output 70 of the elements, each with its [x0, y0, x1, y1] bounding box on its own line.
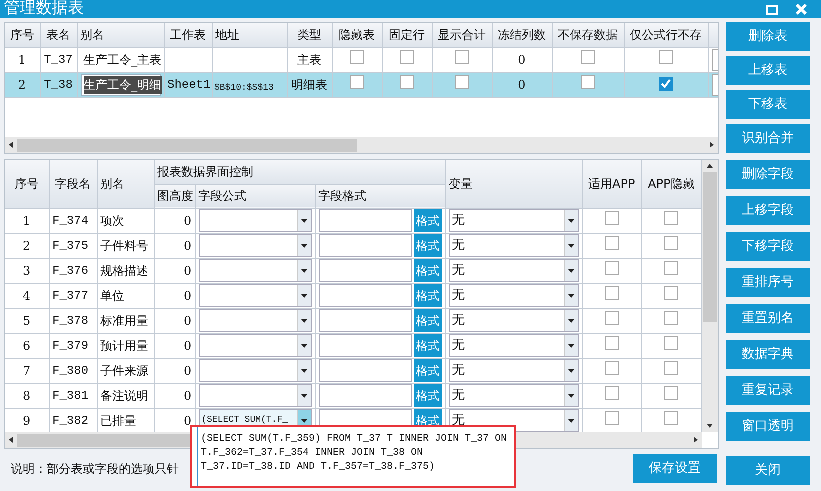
table-cell: 预计用量 — [97, 333, 154, 358]
table-cell: 0 — [154, 358, 196, 383]
table-cell: 规格描述 — [97, 258, 154, 283]
column-header: 仅公式行不存 — [624, 23, 708, 47]
table-cell: 2 — [5, 72, 40, 97]
table-cell: 标准用量 — [97, 308, 154, 333]
formula-text-line: (SELECT SUM(T.F_359) FROM T_37 T INNER JOIN T_37 ON — [201, 433, 508, 447]
column-header: 隐藏表 — [332, 23, 382, 47]
column-header: 工作表 — [164, 23, 212, 47]
table-cell: 1 — [5, 47, 40, 72]
column-header: 字段公式 — [195, 184, 316, 208]
group-header: 报表数据界面控制 — [158, 164, 254, 179]
table-cell: 0 — [154, 208, 196, 233]
table-cell: 项次 — [97, 208, 154, 233]
column-header: 别名 — [97, 160, 154, 208]
table-cell: 2 — [5, 233, 50, 258]
formula-text-line: T_37.ID=T_38.ID AND T.F_357=T_38.F_375) — [201, 461, 436, 475]
table-cell: 1 — [5, 208, 50, 233]
column-header: 适用APP — [582, 160, 642, 208]
table-cell: Sheet1 — [164, 72, 212, 97]
table-cell: T_37 — [40, 47, 77, 72]
column-header: 显示合计 — [432, 23, 492, 47]
column-header: 表名 — [40, 23, 77, 47]
formula-text-line: T.F_362=T_37.F_354 INNER JOIN T_38 ON — [201, 447, 424, 461]
table-cell: F_380 — [49, 358, 98, 383]
table-cell: 备注说明 — [97, 383, 154, 408]
column-header: 字段名 — [49, 160, 98, 208]
table-cell: $B$10:$S$13 — [214, 82, 274, 92]
column-header: 固定行 — [382, 23, 432, 47]
table-cell-text: 生产工令_主表 — [82, 52, 162, 66]
column-header: 冻结列数 — [492, 23, 552, 47]
table-cell: 3 — [5, 258, 50, 283]
column-header: 别名 — [77, 23, 164, 47]
table-cell: 0 — [492, 47, 552, 72]
column-header: 序号 — [5, 23, 40, 47]
column-header: 序号 — [5, 160, 50, 208]
column-header: 变量 — [445, 160, 582, 208]
column-header: 地址 — [212, 23, 287, 47]
table-cell: F_377 — [49, 283, 98, 308]
column-header: 图高度 — [154, 184, 196, 208]
table-cell: F_374 — [49, 208, 98, 233]
table-cell: 0 — [154, 233, 196, 258]
table-cell: 主表 — [287, 47, 332, 72]
table-cell: F_381 — [49, 383, 98, 408]
table-cell: 0 — [154, 258, 196, 283]
table-cell: 5 — [5, 308, 50, 333]
table-cell: 0 — [492, 72, 552, 97]
table-cell: F_376 — [49, 258, 98, 283]
column-header: APP隐藏 — [641, 160, 702, 208]
table-cell: 0 — [154, 333, 196, 358]
column-header: 字段格式 — [315, 184, 446, 208]
table-cell: 子件料号 — [97, 233, 154, 258]
table-cell: 4 — [5, 283, 50, 308]
table-cell: F_378 — [49, 308, 98, 333]
table-cell: 8 — [5, 383, 50, 408]
note-text: 说明：部分表或字段的选项只针 — [11, 460, 179, 478]
table-cell: F_379 — [49, 333, 98, 358]
column-header: 不保存数据 — [552, 23, 624, 47]
window-title: 管理数据表 — [3, 0, 84, 17]
table-cell: 0 — [154, 383, 196, 408]
table-cell: 0 — [154, 283, 196, 308]
table-cell: 明细表 — [287, 72, 332, 97]
table-cell: 子件来源 — [97, 358, 154, 383]
table-cell: 0 — [154, 308, 196, 333]
table-cell: 6 — [5, 333, 50, 358]
column-header: 类型 — [287, 23, 332, 47]
table-cell: 7 — [5, 358, 50, 383]
table-cell: T_38 — [40, 72, 77, 97]
table-cell: 单位 — [97, 283, 154, 308]
table-cell: F_375 — [49, 233, 98, 258]
